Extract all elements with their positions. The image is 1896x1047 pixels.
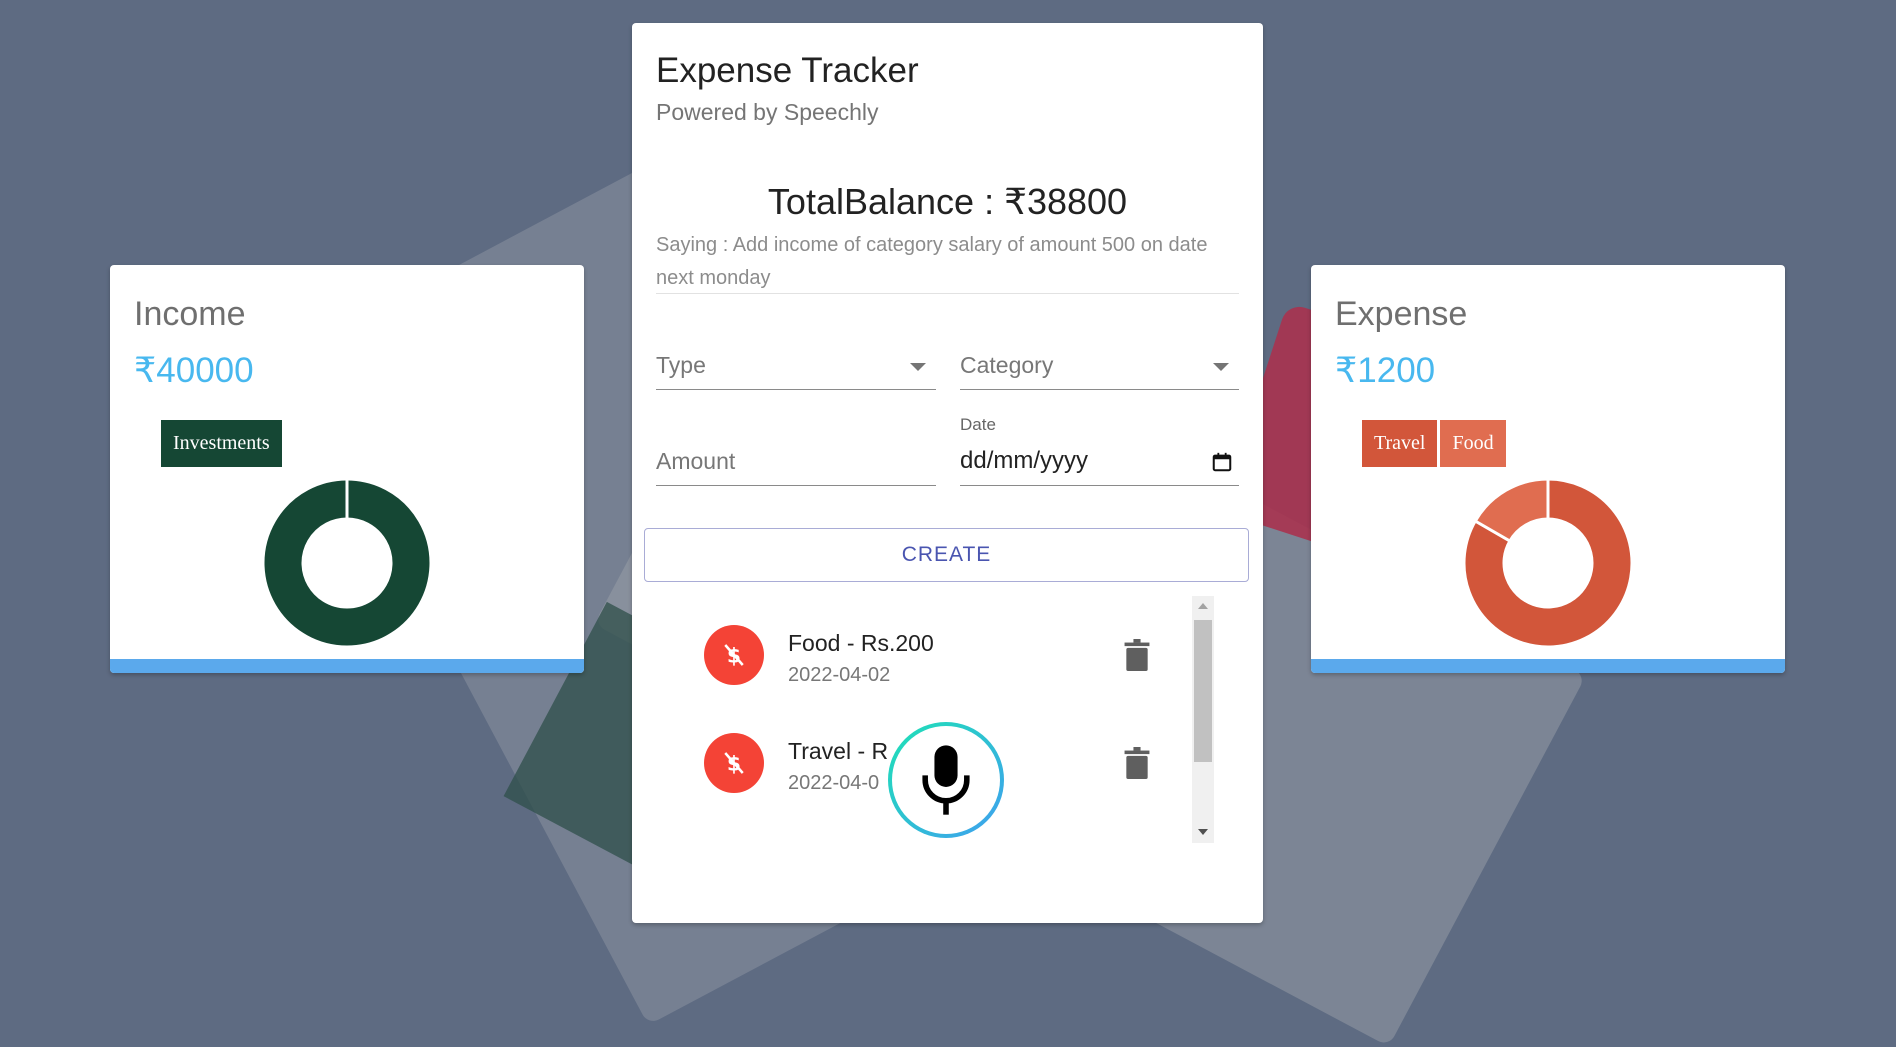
scroll-thumb[interactable] — [1194, 620, 1212, 762]
date-value: dd/mm/yyyy — [960, 447, 1089, 474]
list-item[interactable]: $ Food - Rs.200 2022-04-02 — [644, 595, 1222, 695]
income-card: Income ₹40000 Investments — [110, 265, 584, 673]
amount-label: Amount — [656, 448, 736, 474]
income-amount: ₹40000 — [134, 351, 254, 390]
expense-bar — [1311, 659, 1785, 673]
total-balance: TotalBalance : ₹38800 — [767, 181, 1128, 222]
calendar-icon[interactable] — [1211, 451, 1233, 473]
list-scrollbar[interactable] — [1192, 596, 1214, 843]
legend-item-investments[interactable]: Investments — [161, 420, 282, 467]
app-subtitle: Powered by Speechly — [656, 99, 879, 125]
trash-icon[interactable] — [1124, 639, 1150, 671]
scroll-down-arrow-icon[interactable] — [1198, 829, 1208, 835]
transaction-date: 2022-04-0 — [788, 772, 880, 794]
expense-title: Expense — [1335, 295, 1468, 333]
date-input[interactable]: dd/mm/yyyy — [960, 441, 1239, 486]
income-bar — [110, 659, 584, 673]
money-off-icon: $ — [704, 625, 764, 685]
chevron-down-icon — [1213, 363, 1229, 371]
divider — [656, 293, 1239, 294]
microphone-button[interactable] — [888, 722, 1004, 838]
chevron-down-icon — [910, 363, 926, 371]
transaction-date: 2022-04-02 — [788, 664, 891, 686]
amount-input[interactable]: Amount — [656, 441, 936, 486]
scroll-up-arrow-icon[interactable] — [1198, 603, 1208, 609]
transaction-title: Food - Rs.200 — [788, 630, 934, 656]
legend-item-travel[interactable]: Travel — [1362, 420, 1438, 467]
app-title: Expense Tracker — [656, 51, 919, 90]
expense-legend: Travel Food — [1362, 420, 1506, 467]
money-off-icon: $ — [704, 733, 764, 793]
income-title: Income — [134, 295, 246, 333]
transaction-title: Travel - R — [788, 738, 889, 764]
category-label: Category — [960, 352, 1054, 378]
category-select[interactable]: Category — [960, 345, 1239, 390]
microphone-icon — [922, 745, 970, 815]
type-select[interactable]: Type — [656, 345, 936, 390]
income-donut-chart — [262, 478, 432, 648]
type-label: Type — [656, 352, 706, 378]
expense-donut-chart — [1463, 478, 1633, 648]
trash-icon[interactable] — [1124, 747, 1150, 779]
legend-item-food[interactable]: Food — [1440, 420, 1506, 467]
income-legend: Investments — [161, 420, 282, 467]
expense-card: Expense ₹1200 Travel Food — [1311, 265, 1785, 673]
expense-amount: ₹1200 — [1335, 351, 1436, 390]
date-label: Date — [960, 415, 996, 434]
create-button[interactable]: CREATE — [644, 528, 1249, 582]
speech-saying-text: Saying : Add income of category salary o… — [656, 234, 1208, 289]
